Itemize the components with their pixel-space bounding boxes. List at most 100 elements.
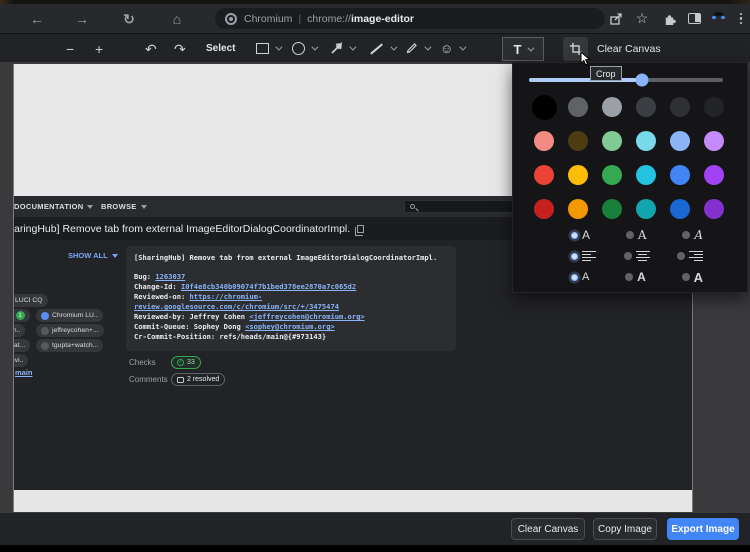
export-image-button[interactable]: Export Image	[667, 518, 739, 540]
font-serif-option[interactable]: A	[626, 229, 647, 241]
home-button[interactable]: ⌂	[170, 4, 184, 33]
swatch-light-purple[interactable]	[704, 131, 724, 151]
weight-black-option[interactable]: A	[682, 271, 703, 284]
align-right-option[interactable]	[677, 251, 703, 262]
radio-selected-icon[interactable]	[571, 253, 578, 260]
share-button[interactable]	[608, 4, 624, 33]
font-sans-option[interactable]: A	[571, 229, 590, 241]
swatch-dark-purple[interactable]	[704, 199, 724, 219]
weight-regular-option[interactable]: A	[571, 272, 589, 283]
swatch-salmon[interactable]	[534, 131, 554, 151]
swatch-light-blue[interactable]	[670, 131, 690, 151]
side-panel-button[interactable]	[686, 4, 702, 33]
bookmark-button[interactable]: ☆	[634, 4, 650, 33]
swatch-dark-brown[interactable]	[568, 131, 588, 151]
radio-selected-icon[interactable]	[571, 274, 578, 281]
chevron-down-icon[interactable]	[311, 44, 318, 51]
swatch-green[interactable]	[602, 165, 622, 185]
radio-icon[interactable]	[625, 273, 633, 281]
text-tool-button-selected[interactable]: T	[502, 37, 544, 61]
chip-jeffreycohen[interactable]: jeffreycohen+...	[36, 324, 104, 337]
radio-icon[interactable]	[624, 252, 632, 260]
reviewed-on-link-2[interactable]: review.googlesource.com/c/chromium/src/+…	[134, 302, 339, 311]
comments-badge[interactable]: 2 resolved	[171, 373, 225, 386]
redo-button[interactable]: ↷	[174, 34, 186, 63]
swatch-blue[interactable]	[670, 165, 690, 185]
chip-luci-cq[interactable]: LUCI CQ	[14, 294, 48, 307]
select-tool-button[interactable]: Select	[206, 34, 235, 63]
chevron-down-icon[interactable]	[528, 44, 535, 51]
chevron-down-icon[interactable]	[349, 44, 356, 51]
undo-button[interactable]: ↶	[145, 34, 157, 63]
slider-thumb[interactable]	[635, 73, 648, 86]
chip-reviewer-en[interactable]: en1	[14, 309, 30, 322]
swatch-charcoal[interactable]	[670, 97, 690, 117]
forward-button[interactable]: →	[75, 4, 89, 33]
swatch-gray[interactable]	[568, 97, 588, 117]
extensions-button[interactable]	[661, 4, 677, 33]
gerrit-nav-browse[interactable]: BROWSE	[101, 196, 147, 217]
radio-selected-icon[interactable]	[571, 232, 578, 239]
chip-chromium-luci[interactable]: Chromium LU..	[36, 309, 103, 322]
swatch-light-gray[interactable]	[602, 97, 622, 117]
swatch-near-black[interactable]	[704, 97, 724, 117]
line-tool-button[interactable]	[369, 34, 395, 63]
reviewed-on-link[interactable]: https://chromium-	[190, 292, 263, 301]
chip-tgupta-watch[interactable]: tgupta+watch...	[36, 339, 103, 352]
reviewer-email-link[interactable]: <jeffreycohen@chromium.org>	[249, 312, 364, 321]
back-button[interactable]: ←	[30, 4, 44, 33]
swatch-dark-red[interactable]	[534, 199, 554, 219]
arrow-tool-button[interactable]	[330, 34, 354, 63]
swatch-cyan[interactable]	[636, 165, 656, 185]
swatch-red[interactable]	[534, 165, 554, 185]
chevron-down-icon[interactable]	[424, 44, 431, 51]
weight-bold-option[interactable]: A	[625, 271, 646, 283]
bug-link[interactable]: 1263037	[155, 272, 185, 281]
pen-tool-button[interactable]	[405, 34, 429, 63]
swatch-yellow[interactable]	[568, 165, 588, 185]
site-info-icon[interactable]	[225, 13, 237, 25]
clear-canvas-toolbar-button[interactable]: Clear Canvas	[597, 34, 661, 63]
copy-image-button[interactable]: Copy Image	[593, 518, 657, 540]
swatch-dark-gray[interactable]	[636, 97, 656, 117]
emoji-tool-button[interactable]: ☺	[440, 34, 464, 63]
radio-icon[interactable]	[677, 252, 685, 260]
chip-wat[interactable]: wat...	[14, 339, 30, 352]
chevron-down-icon[interactable]	[460, 44, 467, 51]
profile-button[interactable]	[709, 4, 727, 33]
chevron-down-icon[interactable]	[390, 44, 397, 51]
chevron-down-icon[interactable]	[275, 44, 282, 51]
change-id-link[interactable]: I0f4e8cb340b09074f7b1bed378ee2870a7c065d…	[181, 282, 356, 291]
checks-badge[interactable]: ✓ 33	[171, 356, 201, 369]
align-center-option[interactable]	[624, 251, 650, 262]
reload-button[interactable]: ↻	[122, 4, 136, 33]
show-all-button[interactable]: SHOW ALL	[68, 251, 118, 260]
swatch-orange[interactable]	[568, 199, 588, 219]
swatch-light-green[interactable]	[602, 131, 622, 151]
radio-icon[interactable]	[682, 273, 690, 281]
swatch-light-cyan[interactable]	[636, 131, 656, 151]
browser-menu-button[interactable]	[736, 4, 746, 33]
align-left-option[interactable]	[571, 251, 596, 262]
chip-rin[interactable]: rin..	[14, 324, 25, 337]
radio-icon[interactable]	[626, 231, 634, 239]
zoom-in-button[interactable]: +	[95, 34, 103, 63]
swatch-dark-blue[interactable]	[670, 199, 690, 219]
size-slider[interactable]	[529, 73, 723, 86]
copy-icon[interactable]	[357, 225, 364, 233]
branch-main-link[interactable]: main	[15, 368, 33, 377]
chip-evi[interactable]: evi..	[14, 354, 28, 367]
ellipse-tool-button[interactable]	[292, 34, 316, 63]
radio-icon[interactable]	[682, 231, 690, 239]
commit-queue-email-link[interactable]: <sophey@chromium.org>	[245, 322, 335, 331]
gerrit-nav-documentation[interactable]: DOCUMENTATION	[14, 196, 93, 217]
swatch-purple[interactable]	[704, 165, 724, 185]
font-italic-option[interactable]: A	[682, 229, 703, 241]
swatch-teal[interactable]	[636, 199, 656, 219]
address-bar[interactable]: Chromium | chrome://image-editor	[215, 8, 605, 29]
zoom-out-button[interactable]: −	[66, 34, 74, 63]
swatch-black-selected[interactable]	[532, 95, 557, 120]
clear-canvas-button[interactable]: Clear Canvas	[511, 518, 585, 540]
rectangle-tool-button[interactable]	[256, 34, 280, 63]
swatch-dark-green[interactable]	[602, 199, 622, 219]
